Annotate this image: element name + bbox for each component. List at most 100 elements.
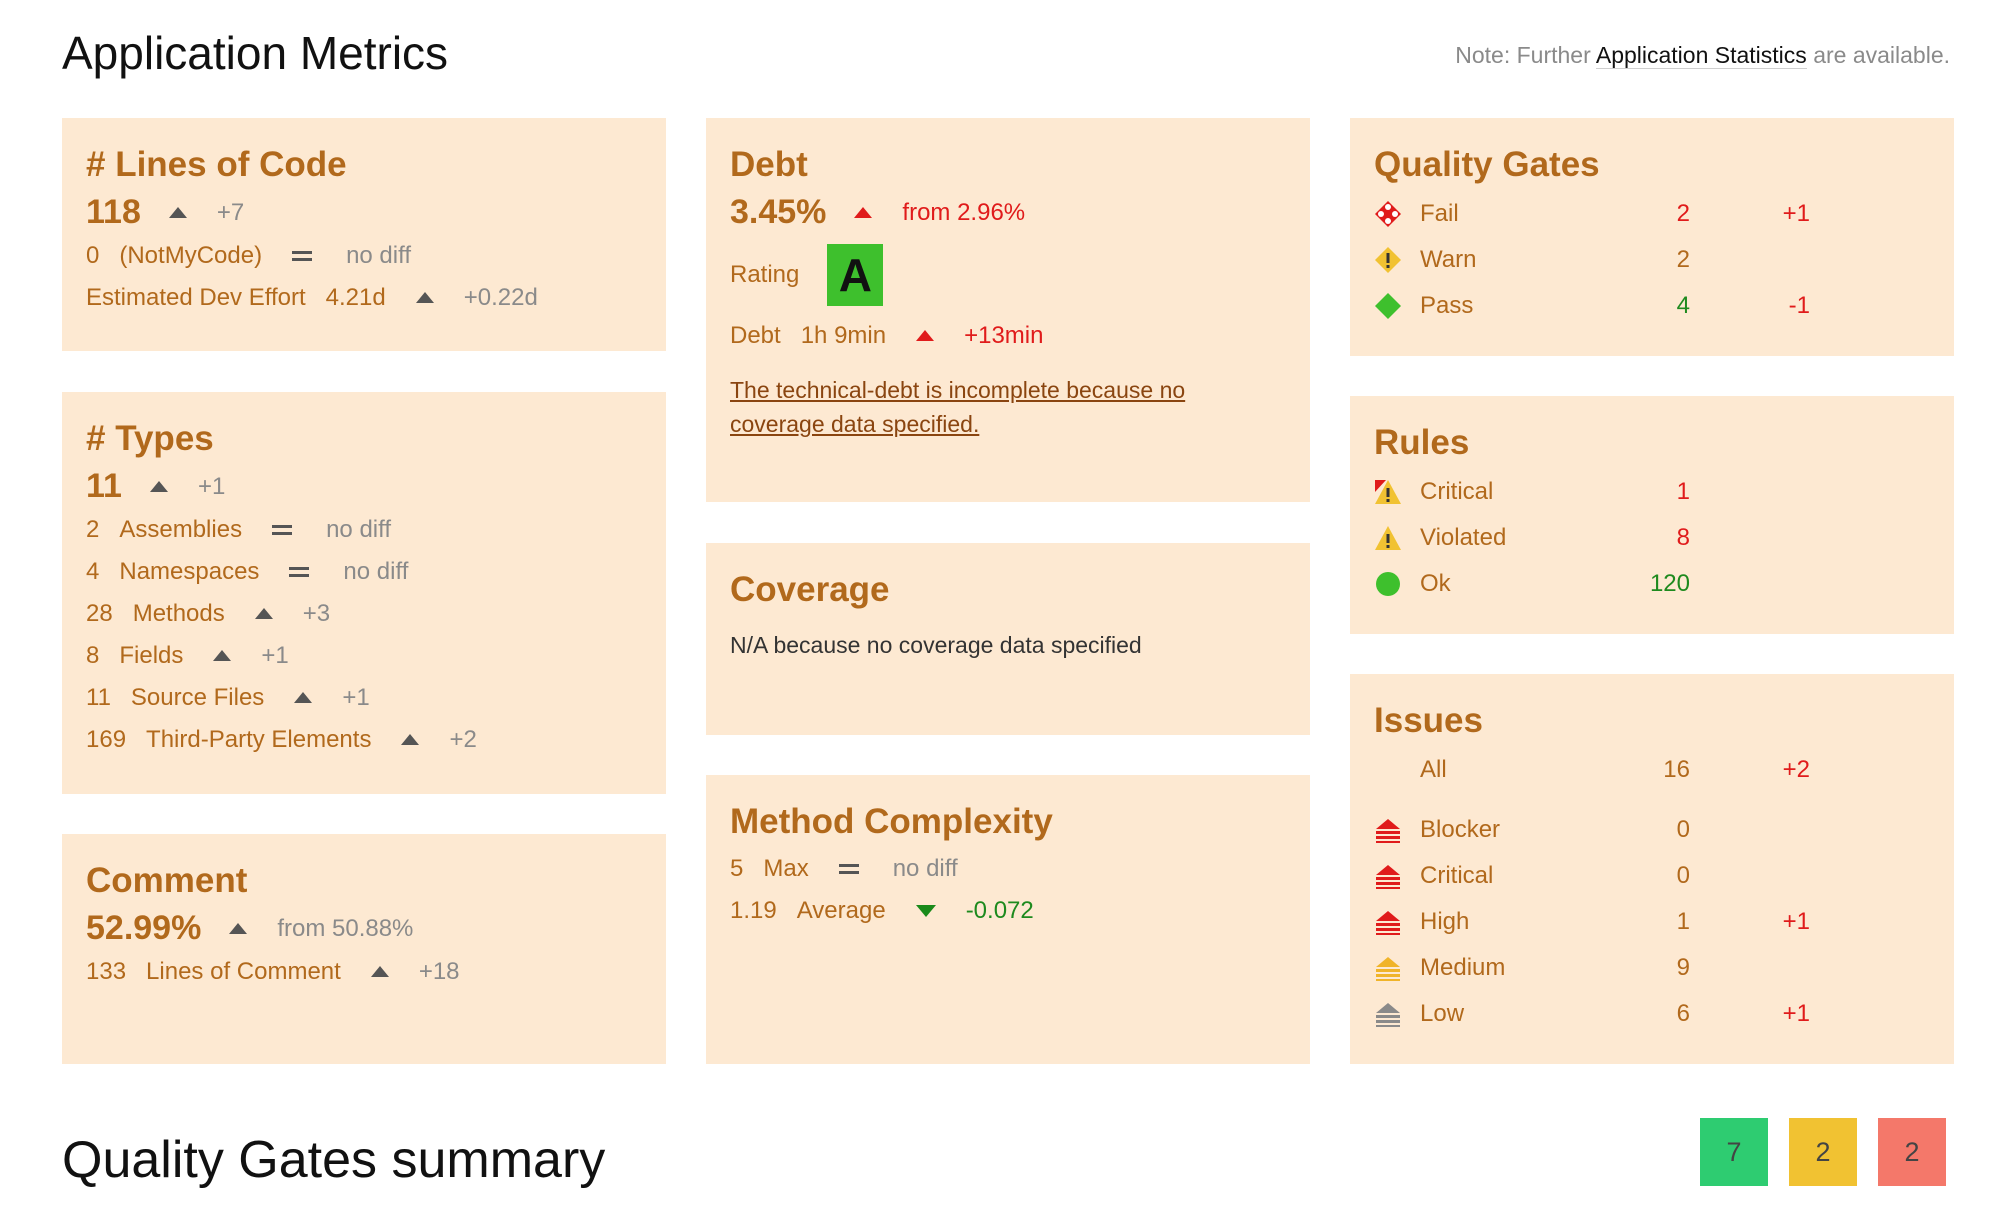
types-row-count: 2 [86,515,100,543]
lines-of-code-value: 118 [86,193,141,231]
medium-icon [1374,954,1402,982]
rule-count: 1 [1676,477,1690,505]
equal-icon [272,524,293,535]
rule-row[interactable]: Critical 1 [1374,469,1930,515]
issue-severity-label: Blocker [1420,815,1501,843]
rule-count: 120 [1649,569,1690,597]
note-prefix: Note: Further [1455,42,1591,68]
complexity-max-diff: no diff [892,854,958,882]
increase-icon [401,734,420,745]
quality-gates-rows: Fail 2 +1 Warn 2 Pass 4 -1 [1374,191,1930,329]
method-complexity-card: Method Complexity 5 Max no diff 1.19 Ave… [706,775,1310,1064]
types-row-diff: +1 [261,641,289,669]
high-icon [1374,908,1402,936]
rule-count: 8 [1676,523,1690,551]
debt-title: Debt [730,145,808,184]
equal-icon [289,566,310,577]
rules-card: Rules Critical 1 Violated 8 Ok 120 [1350,396,1954,634]
issue-row[interactable]: Blocker 0 [1374,807,1930,853]
issue-row[interactable]: High 1 +1 [1374,899,1930,945]
rule-label: Critical [1420,477,1494,505]
types-row-diff: no diff [326,515,392,543]
issue-count: 9 [1676,953,1690,981]
quality-gate-row[interactable]: Fail 2 +1 [1374,191,1930,237]
types-row-count: 169 [86,725,127,753]
issue-row[interactable]: Low 6 +1 [1374,991,1930,1037]
application-statistics-link[interactable]: Application Statistics [1595,42,1807,69]
complexity-max-value: 5 [730,854,744,882]
debt-from: from 2.96% [902,198,1026,226]
debt-card: Debt 3.45% from 2.96% Rating A Debt 1h 9… [706,118,1310,502]
types-row-count: 11 [86,683,111,711]
types-row-count: 28 [86,599,113,627]
issue-severity-label: Low [1420,999,1465,1027]
coverage-card: Coverage N/A because no coverage data sp… [706,543,1310,735]
issue-count: 1 [1676,907,1690,935]
lines-of-comment-label: Lines of Comment [146,957,341,985]
increase-icon [149,481,168,492]
types-row: 8 Fields +1 [86,635,642,677]
fail-count-badge[interactable]: 2 [1878,1118,1946,1186]
quality-gate-row[interactable]: Warn 2 [1374,237,1930,283]
issue-count: 6 [1676,999,1690,1027]
rules-title: Rules [1374,423,1470,462]
quality-gate-count: 4 [1676,291,1690,319]
increase-icon [294,692,313,703]
increase-icon [213,650,232,661]
types-row: 2 Assemblies no diff [86,509,642,551]
issue-row[interactable]: Critical 0 [1374,853,1930,899]
comment-card: Comment 52.99% from 50.88% 133 Lines of … [62,834,666,1064]
types-row-count: 8 [86,641,100,669]
issues-rows: Blocker 0 Critical 0 High 1 +1 Medium 9 Low 6 +1 [1374,807,1930,1037]
rule-row[interactable]: Ok 120 [1374,561,1930,607]
types-row-label: Methods [132,599,225,627]
types-row-diff: +1 [342,683,370,711]
quality-gate-row[interactable]: Pass 4 -1 [1374,283,1930,329]
rule-label: Ok [1420,569,1451,597]
types-row-diff: no diff [343,557,409,585]
types-row-label: Assemblies [119,515,243,543]
statistics-note: Note: Further Application Statistics are… [1455,42,1950,69]
lines-of-comment-delta: +18 [418,957,460,985]
lines-of-code-card: # Lines of Code 118 +7 0 (NotMyCode) no … [62,118,666,351]
equal-icon [292,250,313,261]
increase-icon [229,923,248,934]
debt-time-label: Debt [730,321,781,349]
issues-title: Issues [1374,701,1483,740]
types-row: 28 Methods +3 [86,593,642,635]
dev-effort-value: 4.21d [325,283,386,311]
increase-icon [854,207,873,218]
warn-count-badge[interactable]: 2 [1789,1118,1857,1186]
rule-row[interactable]: Violated 8 [1374,515,1930,561]
quality-gates-title: Quality Gates [1374,145,1600,184]
notmycode-diff: no diff [346,241,412,269]
increase-icon [370,966,389,977]
decrease-icon [915,904,936,917]
issue-severity-label: High [1420,907,1470,935]
issues-all-row[interactable]: All 16 +2 [1374,747,1930,793]
violated-rule-icon [1374,524,1402,552]
quality-gates-card: Quality Gates Fail 2 +1 Warn 2 Pass 4 -1 [1350,118,1954,356]
issue-row[interactable]: Medium 9 [1374,945,1930,991]
coverage-title: Coverage [730,570,890,609]
incomplete-debt-link[interactable]: The technical-debt is incomplete because… [730,373,1230,441]
debt-time-value: 1h 9min [800,321,887,349]
complexity-avg-label: Average [796,896,886,924]
dev-effort-delta: +0.22d [463,283,538,311]
types-value: 11 [86,467,122,505]
issue-delta: +1 [1782,907,1810,935]
issues-all-label: All [1420,755,1447,783]
critical-rule-icon [1374,478,1402,506]
types-row-label: Fields [119,641,184,669]
types-row-count: 4 [86,557,100,585]
pass-icon [1374,292,1402,320]
dev-effort-label: Estimated Dev Effort [86,283,306,311]
issue-severity-label: Critical [1420,861,1494,889]
pass-count-badge[interactable]: 7 [1700,1118,1768,1186]
types-row: 4 Namespaces no diff [86,551,642,593]
increase-icon [415,292,434,303]
increase-icon [168,207,187,218]
note-suffix: are available. [1813,42,1950,68]
increase-icon [916,330,935,341]
quality-gate-delta: +1 [1782,199,1810,227]
